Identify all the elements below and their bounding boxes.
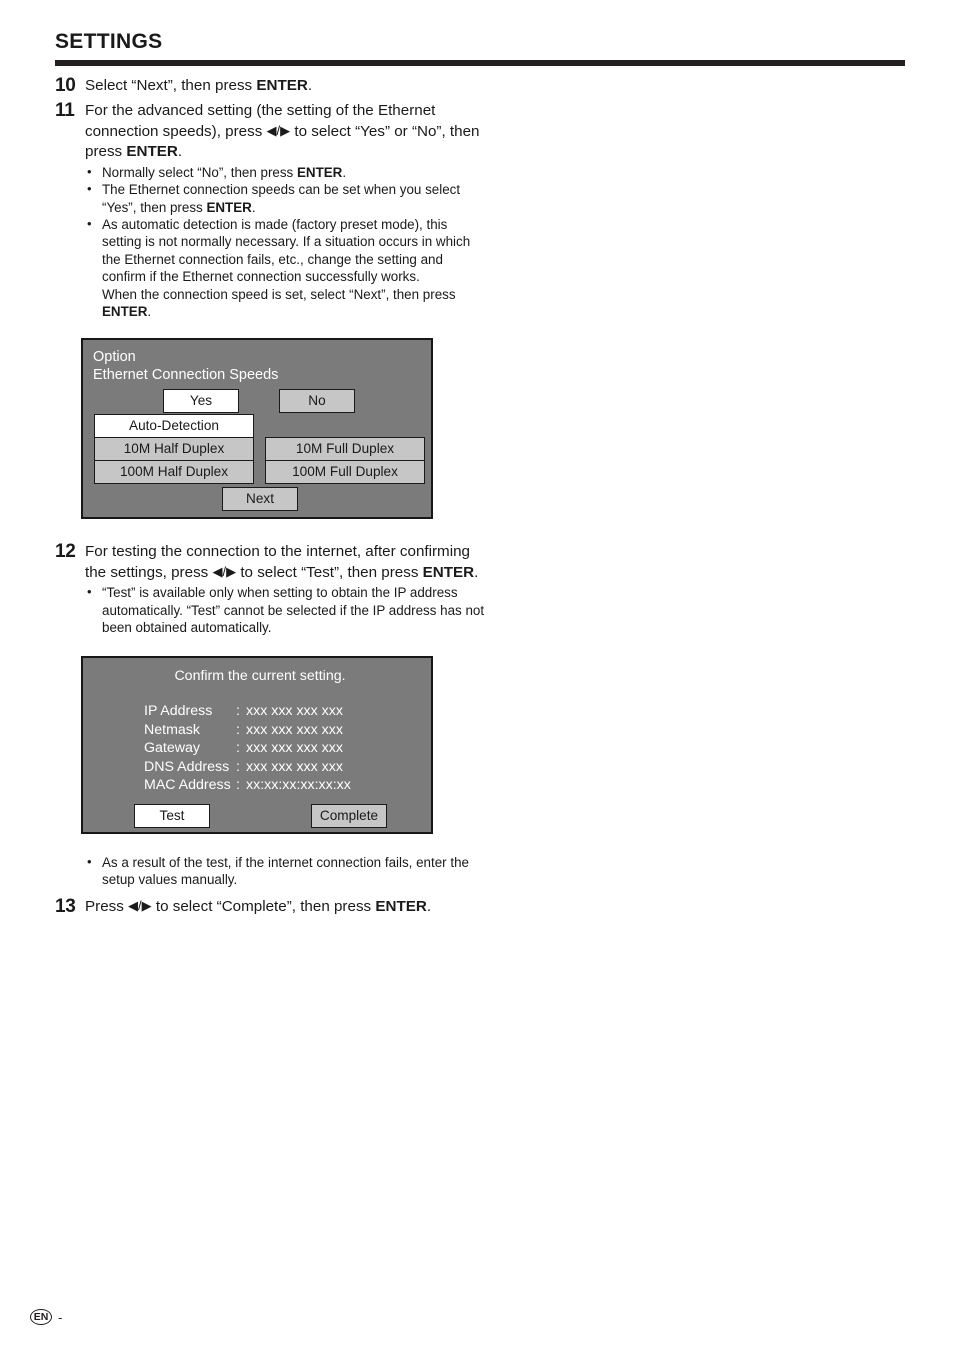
row-value-gateway: xxx xxx xxx xxx: [246, 740, 343, 756]
row-label-mac-address: MAC Address: [144, 777, 231, 793]
step-10-text: Select “Next”, then press ENTER.: [85, 74, 485, 97]
row-value-mac-address: xx:xx:xx:xx:xx:xx: [246, 777, 351, 793]
page-footer: EN -: [30, 1309, 62, 1325]
list-item: The Ethernet connection speeds can be se…: [85, 180, 485, 216]
step-13-text: Press ◀/▶ to select “Complete”, then pre…: [85, 895, 485, 918]
row-label-dns-address: DNS Address: [144, 758, 230, 775]
step-10: 10 Select “Next”, then press ENTER.: [55, 74, 485, 98]
bullet-text-cont: When the connection speed is set, select…: [102, 286, 456, 302]
osd-button-100m-full-duplex[interactable]: 100M Full Duplex: [265, 460, 425, 484]
osd-option-label: Option: [93, 349, 136, 365]
step-12-enter-keyword: ENTER: [422, 563, 475, 581]
bullet-enter-keyword: ENTER: [296, 164, 343, 180]
page-number-dash: -: [58, 1309, 63, 1325]
bullet-continuation: When the connection speed is set, select…: [102, 286, 485, 321]
step-12-number: 12: [55, 541, 76, 562]
osd-confirm-current-setting: Confirm the current setting. IP Address …: [81, 656, 433, 834]
osd-button-next[interactable]: Next: [222, 487, 298, 511]
osd-speeds-heading: Ethernet Connection Speeds: [93, 367, 279, 383]
table-row: DNS Address : xxx xxx xxx xxx: [144, 758, 351, 777]
step-10-enter-keyword: ENTER: [256, 77, 308, 94]
step-10-text-b: .: [307, 77, 313, 94]
header-rule: [55, 60, 905, 67]
table-row: Netmask : xxx xxx xxx xxx: [144, 721, 351, 740]
step-12: 12 For testing the connection to the int…: [55, 540, 485, 636]
step-11: 11 For the advanced setting (the setting…: [55, 99, 485, 320]
osd-button-complete[interactable]: Complete: [311, 804, 387, 828]
osd-button-test[interactable]: Test: [134, 804, 210, 828]
table-row: Gateway : xxx xxx xxx xxx: [144, 739, 351, 758]
step-11-text: For the advanced setting (the setting of…: [85, 99, 485, 320]
step-12-text-c: .: [474, 563, 479, 581]
left-right-arrow-icon: ◀/▶: [212, 563, 237, 579]
bullet-enter-keyword: ENTER: [102, 304, 148, 320]
bullet-text-a: As automatic detection is made (factory …: [102, 217, 471, 285]
language-badge-en: EN: [30, 1309, 52, 1325]
left-right-arrow-icon: ◀/▶: [128, 897, 152, 913]
step-11-bullets: Normally select “No”, then press ENTER. …: [85, 163, 485, 321]
table-row: MAC Address : xx:xx:xx:xx:xx:xx: [144, 776, 351, 795]
row-separator: :: [236, 777, 240, 793]
osd-button-10m-full-duplex[interactable]: 10M Full Duplex: [265, 437, 425, 461]
page-header: SETTINGS: [55, 30, 905, 67]
step-11-enter-keyword: ENTER: [126, 143, 178, 161]
bullet-text-b: .: [147, 304, 152, 320]
osd-ethernet-connection-speeds: Option Ethernet Connection Speeds Yes No…: [81, 338, 433, 519]
instruction-steps-13: As a result of the test, if the internet…: [55, 851, 485, 920]
bullet-text-a: The Ethernet connection speeds can be se…: [102, 182, 461, 215]
step-13-text-b: to select “Complete”, then press: [151, 897, 376, 915]
bullet-enter-keyword: ENTER: [206, 199, 252, 215]
instruction-steps: 10 Select “Next”, then press ENTER. 11 F…: [55, 74, 485, 321]
bullet-text-a: “Test” is available only when setting to…: [102, 585, 485, 635]
step-13-enter-keyword: ENTER: [375, 897, 427, 915]
network-info-table: IP Address : xxx xxx xxx xxx Netmask : x…: [144, 702, 351, 795]
left-right-arrow-icon: ◀/▶: [266, 122, 291, 138]
row-value-netmask: xxx xxx xxx xxx: [246, 721, 343, 738]
step-10-number: 10: [55, 75, 76, 96]
osd-confirm-heading: Confirm the current setting.: [174, 668, 346, 684]
step-13-text-c: .: [426, 897, 432, 915]
step-10-text-a: Select “Next”, then press: [85, 77, 257, 94]
bullet-text-a: Normally select “No”, then press: [102, 164, 297, 180]
step-12-text-b: to select “Test”, then press: [236, 563, 423, 581]
row-separator: :: [236, 758, 240, 775]
osd-button-10m-half-duplex[interactable]: 10M Half Duplex: [94, 437, 254, 461]
row-label-gateway: Gateway: [144, 740, 200, 756]
row-label-ip-address: IP Address: [144, 703, 213, 719]
row-value-dns-address: xxx xxx xxx xxx: [246, 758, 343, 775]
list-item: “Test” is available only when setting to…: [85, 583, 485, 636]
instruction-steps-12: 12 For testing the connection to the int…: [55, 540, 485, 637]
post-test-bullets: As a result of the test, if the internet…: [85, 853, 485, 889]
step-12-text: For testing the connection to the intern…: [85, 540, 485, 636]
step-11-text-c: .: [177, 143, 183, 161]
bullet-text-b: .: [342, 164, 347, 180]
row-value-ip-address: xxx xxx xxx xxx: [246, 703, 343, 719]
osd-button-yes[interactable]: Yes: [163, 389, 239, 413]
step-13: 13 Press ◀/▶ to select “Complete”, then …: [55, 895, 485, 919]
bullet-text-b: .: [251, 199, 256, 215]
bullet-text-a: As a result of the test, if the internet…: [102, 855, 469, 888]
row-separator: :: [236, 721, 240, 738]
step-11-number: 11: [55, 100, 75, 121]
step-13-number: 13: [55, 895, 76, 917]
table-row: IP Address : xxx xxx xxx xxx: [144, 702, 351, 721]
osd-button-no[interactable]: No: [279, 389, 355, 413]
osd-button-auto-detection[interactable]: Auto-Detection: [94, 414, 254, 438]
list-item: As a result of the test, if the internet…: [85, 853, 485, 889]
row-separator: :: [236, 740, 240, 756]
page-title: SETTINGS: [55, 30, 163, 53]
osd-button-100m-half-duplex[interactable]: 100M Half Duplex: [94, 460, 254, 484]
list-item: Normally select “No”, then press ENTER.: [85, 163, 485, 181]
row-label-netmask: Netmask: [144, 721, 200, 738]
step-12-bullets: “Test” is available only when setting to…: [85, 583, 485, 636]
list-item: As automatic detection is made (factory …: [85, 215, 485, 321]
step-13-text-a: Press: [85, 897, 129, 915]
post-test-note: As a result of the test, if the internet…: [55, 851, 485, 889]
row-separator: :: [236, 703, 240, 719]
